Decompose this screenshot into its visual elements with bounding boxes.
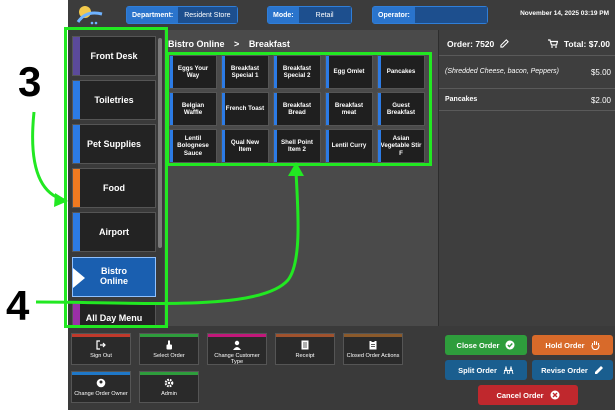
annotation-arrows [31,111,304,305]
arrow-4-head [288,162,304,176]
arrow-3-head [54,193,68,207]
arrow-4-path [35,171,300,305]
arrow-3-path [31,111,65,202]
screenshot: 3 4 Department: Resident Store Mode: Ret… [0,0,615,410]
